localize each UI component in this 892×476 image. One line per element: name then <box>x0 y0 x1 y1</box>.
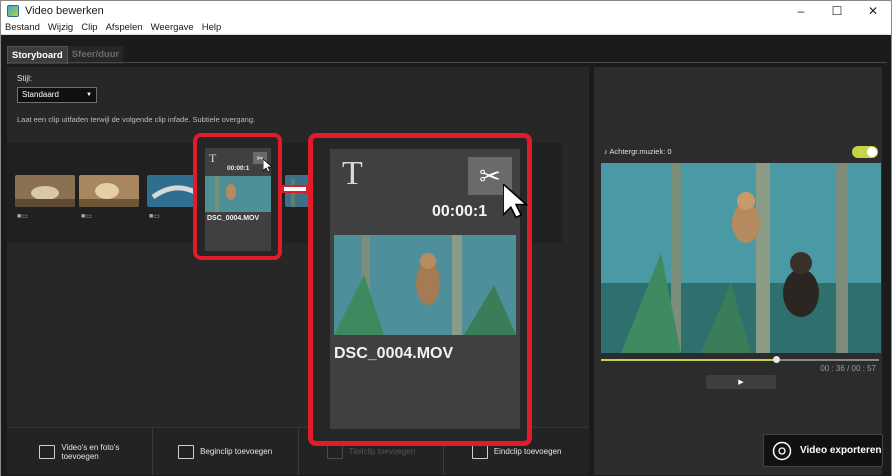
film-reel-icon <box>772 441 792 460</box>
menu-afspelen[interactable]: Afspelen <box>102 22 147 33</box>
tab-divider <box>7 62 887 63</box>
mouse-cursor-icon <box>263 159 273 173</box>
clip-filename: DSC_0004.MOV <box>334 345 454 362</box>
add-start-clip-button[interactable]: Beginclip toevoegen <box>153 428 299 475</box>
playback-time: 00 : 36 / 00 : 57 <box>820 364 876 373</box>
total-time: 00 : 57 <box>851 364 876 373</box>
end-clip-icon <box>471 444 488 459</box>
zoomed-clip-card[interactable]: T ✂ 00:00:1 DSC_0004.MOV <box>330 149 520 429</box>
clip-thumbnail[interactable] <box>79 175 139 207</box>
add-title-clip-label: Titelclip toevoegen <box>348 447 416 456</box>
add-end-clip-label: Eindclip toevoegen <box>493 447 562 456</box>
add-media-label: Video's en foto's toevoegen <box>61 442 120 461</box>
title-clip-icon: T <box>209 151 217 165</box>
style-description: Laat een clip uitfaden terwijl de volgen… <box>17 115 256 124</box>
clip-type-icon: ■▭ <box>81 213 92 220</box>
style-value: Standaard <box>22 90 59 99</box>
mouse-cursor-icon <box>503 184 529 219</box>
style-label: Stijl: <box>17 74 33 83</box>
clip-thumbnail[interactable] <box>15 175 75 207</box>
maximize-button[interactable]: ☐ <box>819 1 855 21</box>
clip-type-icon: ■▭ <box>149 213 160 220</box>
clip-filename: DSC_0004.MOV <box>207 215 260 222</box>
play-icon: ▶ <box>738 379 744 386</box>
window-controls: – ☐ ✕ <box>783 1 891 21</box>
chevron-down-icon: ▼ <box>86 92 92 98</box>
video-preview <box>601 163 881 353</box>
clip-thumbnail <box>205 176 271 212</box>
title-bar: Video bewerken – ☐ ✕ <box>1 1 891 21</box>
add-start-clip-label: Beginclip toevoegen <box>200 447 273 456</box>
window-title: Video bewerken <box>25 5 104 17</box>
background-music-label: ♪ Achtergr.muziek: 0 <box>604 147 672 156</box>
playback-scrubber[interactable] <box>601 356 879 363</box>
add-media-button[interactable]: Video's en foto's toevoegen <box>7 428 153 475</box>
clip-duration: 00:00:1 <box>432 203 488 220</box>
app-window: Video bewerken – ☐ ✕ Bestand Wijzig Clip… <box>0 0 892 476</box>
title-clip-icon <box>326 444 343 459</box>
menu-help[interactable]: Help <box>198 22 226 33</box>
close-button[interactable]: ✕ <box>855 1 891 21</box>
clip-duration: 00:00:1 <box>227 165 250 172</box>
time-separator: / <box>847 364 850 373</box>
menu-clip[interactable]: Clip <box>77 22 101 33</box>
app-icon <box>7 5 19 17</box>
add-media-icon <box>39 444 56 459</box>
music-count: Achtergr.muziek: 0 <box>609 147 672 156</box>
menu-weergave[interactable]: Weergave <box>147 22 198 33</box>
style-dropdown[interactable]: Standaard ▼ <box>17 87 97 103</box>
menu-bestand[interactable]: Bestand <box>1 22 44 33</box>
clip-callout-small: T ✂ 00:00:1 DSC_0004.MOV <box>193 133 282 260</box>
play-button[interactable]: ▶ <box>706 375 776 389</box>
menu-bar: Bestand Wijzig Clip Afspelen Weergave He… <box>1 21 891 35</box>
callout-connector <box>280 185 310 193</box>
clip-callout-zoomed: T ✂ 00:00:1 DSC_0004.MOV <box>308 133 532 446</box>
clip-type-icon: ■▭ <box>17 213 28 220</box>
export-video-button[interactable]: Video exporteren <box>763 434 883 467</box>
clip-thumbnail <box>334 235 516 335</box>
playback-progress <box>601 359 777 361</box>
export-label: Video exporteren <box>800 445 882 456</box>
start-clip-icon <box>178 444 195 459</box>
minimize-button[interactable]: – <box>783 1 819 21</box>
music-toggle[interactable] <box>852 146 878 158</box>
title-clip-icon: T <box>342 155 363 192</box>
current-time: 00 : 36 <box>820 364 845 373</box>
preview-panel: ♪ Achtergr.muziek: 0 00 : 36 / 00: 57 ▶ <box>594 67 882 475</box>
scrubber-handle[interactable] <box>773 356 781 363</box>
menu-wijzig[interactable]: Wijzig <box>44 22 77 33</box>
selected-clip-card[interactable]: T ✂ 00:00:1 DSC_0004.MOV <box>205 148 271 251</box>
